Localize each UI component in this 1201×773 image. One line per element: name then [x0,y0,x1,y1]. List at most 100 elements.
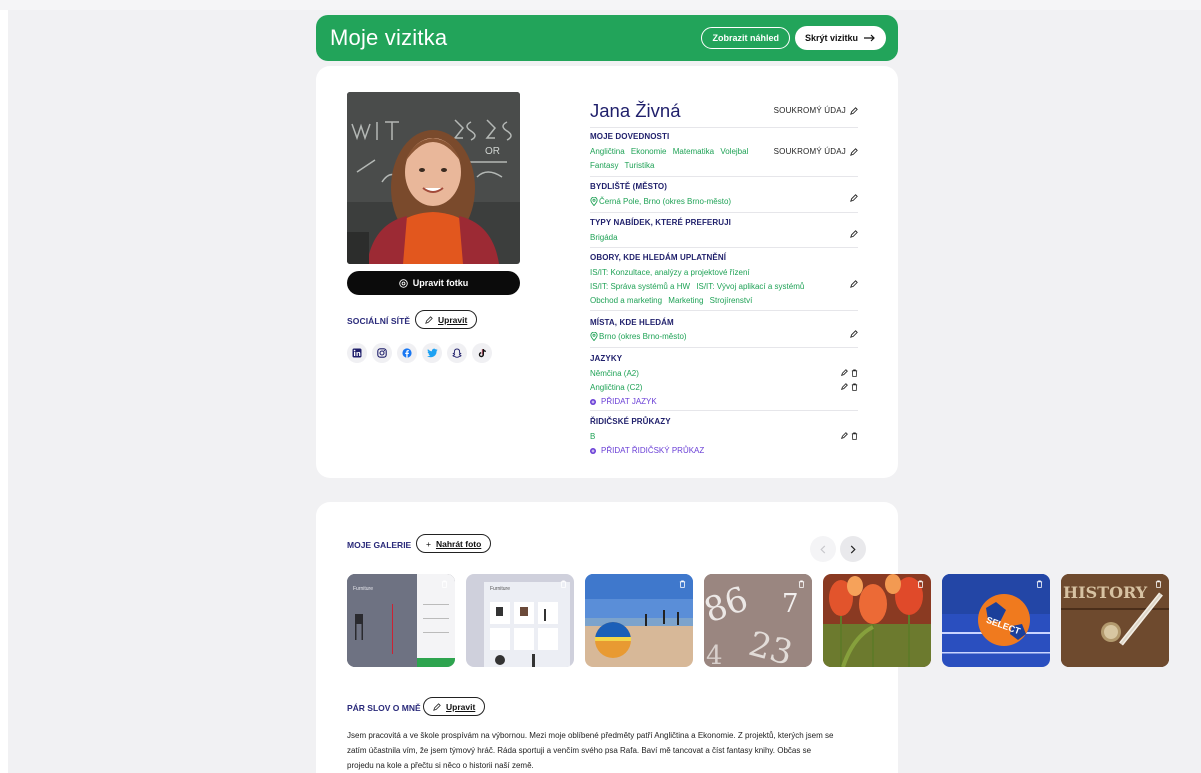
fields-edit-button[interactable] [850,275,858,293]
svg-text:7: 7 [782,589,799,619]
gallery-thumbnail[interactable]: HISTORY [1061,574,1169,667]
skill-tag: Volejbal [720,147,749,156]
plus-icon: + [426,538,431,549]
offers-value: Brigáda [590,233,618,242]
add-language-button[interactable]: PŘIDAT JAZYK [590,397,657,406]
skill-tag: Fantasy [590,161,619,170]
pencil-icon [850,194,858,202]
hide-card-button-label: Skrýt vizitku [804,33,858,43]
pencil-icon [850,280,858,288]
about-line: projedu na kole a přečtu si něco o histo… [347,761,534,770]
residence-value: Černá Pole, Brno (okres Brno-město) [599,197,732,206]
residence-value-row: Černá Pole, Brno (okres Brno-město) [590,197,731,206]
add-language-label: PŘIDAT JAZYK [601,397,657,406]
divider [590,212,858,213]
gallery-prev-button[interactable] [810,536,836,562]
social-edit-button[interactable]: Upravit [415,310,478,329]
language-actions [841,369,858,377]
skill-tag: Turistika [624,161,655,170]
social-edit-label: Upravit [438,314,468,325]
field-item: IS/IT: Správa systémů a HW [590,282,691,291]
trash-icon[interactable] [441,580,448,588]
pencil-icon[interactable] [841,369,848,376]
top-strip [0,0,1201,10]
pencil-icon[interactable] [841,383,848,390]
edit-photo-label: Upravit fotku [412,278,469,288]
thumbnail-text: Furniture [490,586,510,592]
residence-edit-button[interactable] [850,189,858,207]
about-edit-label: Upravit [446,701,476,712]
places-value: Brno (okres Brno-město) [599,332,687,341]
divider [590,127,858,128]
about-edit-button[interactable]: Upravit [423,697,486,716]
upload-photo-label: Nahrát foto [435,538,482,549]
trash-icon[interactable] [851,369,858,377]
language-item: Němčina (A2) [590,369,639,378]
fields-row-2: IS/IT: Správa systémů a HW IS/IT: Vývoj … [590,282,808,291]
trash-icon[interactable] [1036,580,1043,588]
linkedin-icon[interactable] [347,343,367,363]
facebook-icon[interactable] [397,343,417,363]
trash-icon[interactable] [917,580,924,588]
gallery-thumbnail[interactable]: Furniture [347,574,455,667]
add-license-button[interactable]: PŘIDAT ŘIDIČSKÝ PRŮKAZ [590,446,704,455]
field-item: Strojírenství [709,296,753,305]
gallery-thumbnail[interactable] [585,574,693,667]
field-item: Obchod a marketing [590,296,663,305]
about-line: Jsem pracovitá a ve škole prospívám na v… [347,731,834,740]
chevron-left-icon [820,544,826,554]
add-license-label: PŘIDAT ŘIDIČSKÝ PRŮKAZ [601,446,705,455]
arrow-right-icon [864,34,875,42]
gallery-label: MOJE GALERIE [347,540,412,550]
hide-card-button[interactable]: Skrýt vizitku [794,26,886,50]
twitter-icon[interactable] [422,343,442,363]
pencil-icon[interactable] [841,432,848,439]
tiktok-icon[interactable] [472,343,492,363]
page-title: Moje vizitka [330,25,448,50]
licenses-title: ŘIDIČSKÉ PRŮKAZY [590,417,671,426]
camera-icon [399,278,408,288]
trash-icon[interactable] [798,580,805,588]
divider [590,410,858,411]
pencil-icon [433,702,441,711]
profile-name: Jana Živná [590,100,681,121]
svg-text:4: 4 [706,641,723,667]
name-privacy[interactable]: SOUKROMÝ ÚDAJ [774,106,858,115]
about-label: PÁR SLOV O MNĚ [347,703,421,713]
snapchat-icon[interactable] [447,343,467,363]
gallery-thumbnail[interactable]: SELECT [942,574,1050,667]
skill-tag: Matematika [672,147,715,156]
instagram-icon[interactable] [372,343,392,363]
skills-list: Angličtina Ekonomie Matematika Volejbal [590,147,752,156]
svg-text:OR: OR [485,146,500,157]
gallery-thumbnail[interactable]: 86 23 7 4 [704,574,812,667]
social-networks-label: SOCIÁLNÍ SÍTĚ [347,316,411,326]
language-actions [841,383,858,391]
upload-photo-button[interactable]: + Nahrát foto [416,534,492,553]
license-item: B [590,432,596,441]
preview-button-label: Zobrazit náhled [712,33,779,43]
gallery-thumbnail[interactable] [823,574,931,667]
offers-edit-button[interactable] [850,225,858,243]
profile-card: OR Upravit fotku SOCIÁLNÍ SÍTĚ Upravit J… [316,66,898,478]
chevron-right-icon [850,544,856,554]
offers-title: TYPY NABÍDEK, KTERÉ PREFERUJI [590,218,731,227]
gallery-next-button[interactable] [840,536,866,562]
field-item: Marketing [668,296,704,305]
edit-photo-button[interactable]: Upravit fotku [347,271,520,295]
gallery-thumbnail[interactable]: Furniture [466,574,574,667]
skills-privacy[interactable]: SOUKROMÝ ÚDAJ [774,147,858,156]
languages-title: JAZYKY [590,354,623,363]
trash-icon[interactable] [851,383,858,391]
trash-icon[interactable] [560,580,567,588]
preview-button[interactable]: Zobrazit náhled [701,27,790,49]
trash-icon[interactable] [851,432,858,440]
field-item: IS/IT: Konzultace, analýzy a projektové … [590,268,750,277]
places-edit-button[interactable] [850,325,858,343]
location-pin-icon [590,332,598,341]
pencil-icon [850,147,858,156]
profile-photo: OR [347,92,520,264]
trash-icon[interactable] [1155,580,1162,588]
left-gutter [0,10,8,773]
trash-icon[interactable] [679,580,686,588]
